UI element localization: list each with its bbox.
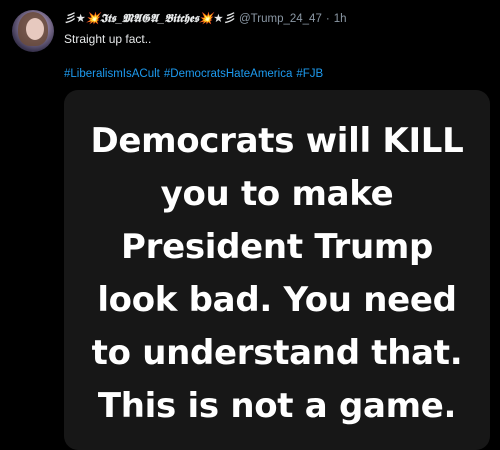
image-text-line: Democrats will KILL [90, 121, 464, 161]
hashtag-link[interactable]: #DemocratsHateAmerica [164, 66, 292, 82]
image-text-line: you to make [160, 174, 394, 214]
tweet-header: 彡★💥𝕴𝖙𝖘_𝕸𝕬𝕲𝕬_𝕭𝖎𝖙𝖈𝖍𝖊𝖘💥★彡 @Trump_24_47 · 1h [64, 10, 347, 28]
separator-dot: · [325, 13, 330, 25]
image-text: Democrats will KILL you to make Presiden… [64, 115, 490, 433]
image-text-line: to understand that. [91, 333, 463, 373]
hashtag-link[interactable]: #FJB [296, 66, 323, 82]
image-text-line: look bad. You need [97, 280, 457, 320]
tweet[interactable]: 彡★💥𝕴𝖙𝖘_𝕸𝕬𝕲𝕬_𝕭𝖎𝖙𝖈𝖍𝖊𝖘💥★彡 @Trump_24_47 · 1h… [0, 0, 500, 450]
tweet-text: Straight up fact.. [64, 32, 152, 46]
timestamp[interactable]: 1h [334, 10, 347, 28]
hashtag-link[interactable]: #LiberalismIsACult [64, 66, 160, 82]
user-handle[interactable]: @Trump_24_47 [239, 10, 322, 28]
avatar-face [26, 18, 44, 40]
tweet-image[interactable]: Democrats will KILL you to make Presiden… [64, 90, 490, 450]
display-name[interactable]: 彡★💥𝕴𝖙𝖘_𝕸𝕬𝕲𝕬_𝕭𝖎𝖙𝖈𝖍𝖊𝖘💥★彡 [64, 10, 235, 28]
image-text-line: President Trump [120, 227, 434, 267]
avatar[interactable] [12, 10, 54, 52]
hashtag-list: #LiberalismIsACult #DemocratsHateAmerica… [64, 66, 323, 82]
image-text-line: This is not a game. [97, 386, 457, 426]
